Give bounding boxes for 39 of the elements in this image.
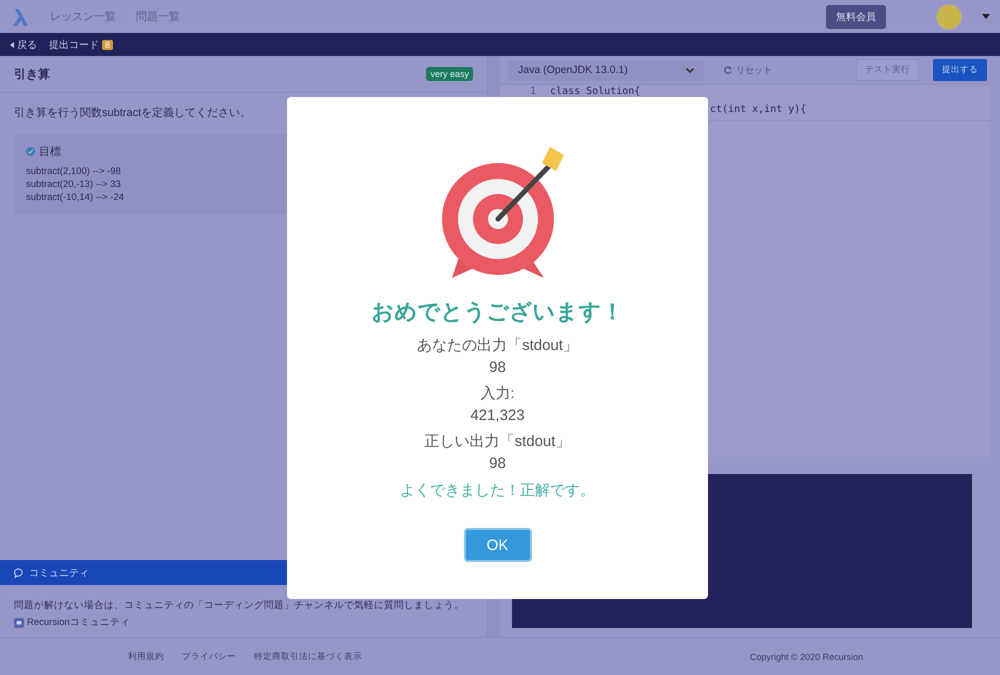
community-text: 問題が解けない場合は、コミュニティの「コーディング問題」チャンネルで気軽に質問しましょう。 (13, 599, 465, 613)
member-button[interactable]: 無料会員 (826, 4, 886, 28)
check-circle-icon (26, 147, 35, 156)
reset-button[interactable]: リセット (718, 62, 778, 78)
submit-button[interactable]: 提出する (933, 59, 987, 81)
code-line: ct(int x,int y){ (709, 104, 806, 114)
count-badge: 8 (102, 40, 114, 50)
lambda-logo-icon (10, 6, 30, 26)
reload-icon (724, 66, 732, 74)
footer-link[interactable]: プライバシー (182, 650, 236, 662)
result-value: 98 (489, 454, 506, 474)
goal-example: subtract(2,100) --> -98 (26, 165, 122, 178)
goal-title: 目標 (39, 145, 61, 159)
problem-description: 引き算を行う関数subtractを定義してください。 (13, 106, 252, 121)
caret-down-icon (982, 14, 990, 19)
back-link[interactable]: 戻る (10, 38, 37, 52)
avatar[interactable] (936, 4, 962, 30)
caret-left-icon (10, 42, 14, 48)
nav-link[interactable]: 問題一覧 (136, 9, 180, 24)
speech-bubble-icon (14, 568, 24, 578)
footer-link[interactable]: 利用規約 (128, 650, 164, 662)
ok-button[interactable]: OK (464, 528, 532, 562)
problem-title: 引き算 (14, 66, 50, 82)
chat-app-icon (14, 618, 24, 628)
line-number: 1 (528, 86, 536, 96)
code-line: class Solution{ (549, 86, 640, 96)
test-run-button[interactable]: テスト実行 (856, 59, 919, 81)
language-select[interactable]: Java (OpenJDK 13.0.1) (508, 60, 704, 80)
footer-link[interactable]: 特定商取引法に基づく表示 (254, 650, 362, 662)
success-message: よくできました！正解です。 (400, 481, 595, 500)
submissions-link[interactable]: 提出コード (49, 38, 99, 52)
goal-example: subtract(20,-13) --> 33 (26, 178, 122, 191)
chevron-down-icon (686, 68, 694, 72)
community-link[interactable]: Recursionコミュニティ (27, 616, 130, 629)
nav-link[interactable]: レッスン一覧 (50, 9, 116, 24)
copyright-text: Copyright © 2020 Recursion (750, 652, 864, 662)
difficulty-badge: very easy (426, 67, 473, 81)
goal-example: subtract(-10,14) --> -24 (26, 191, 125, 204)
community-title: コミュニティ (29, 566, 89, 580)
